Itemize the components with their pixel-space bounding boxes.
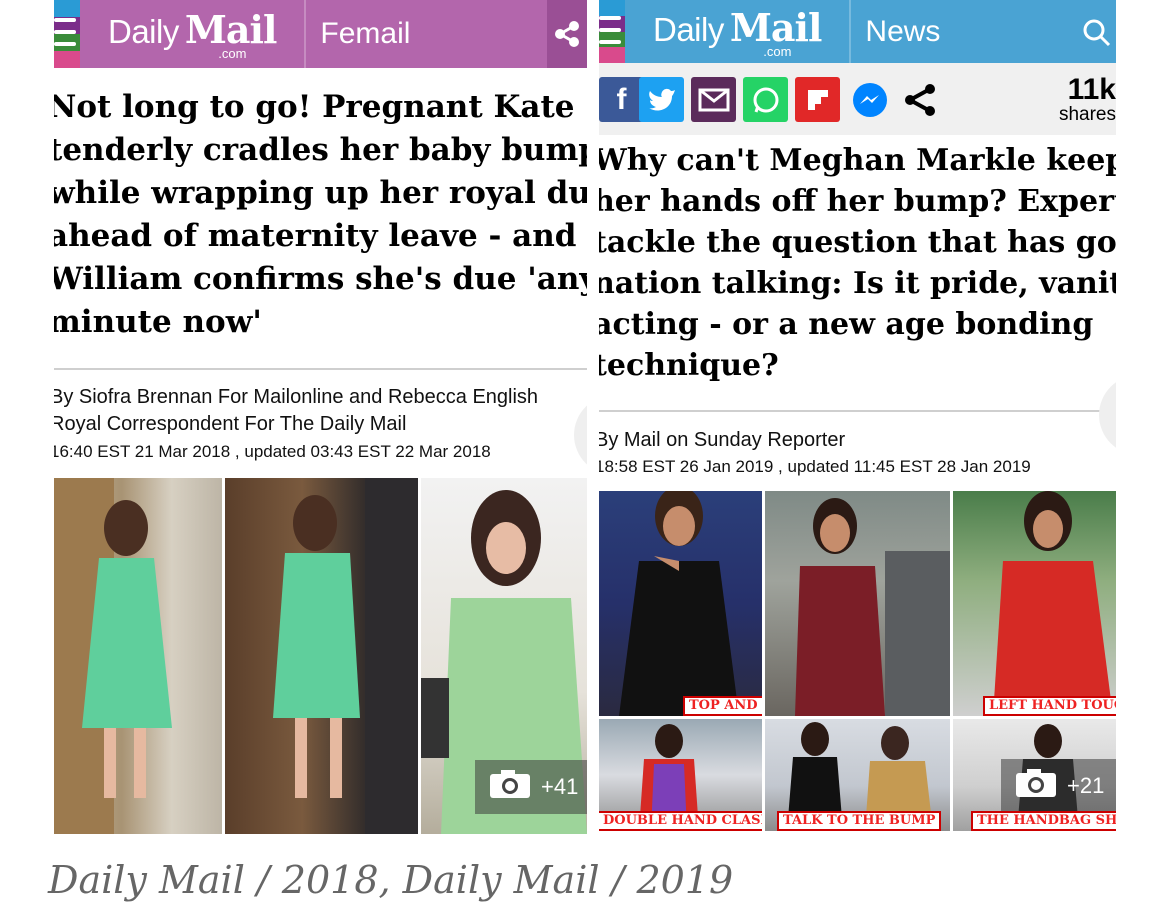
photo-meghan-handbag[interactable]: +21 THE HANDBAG SHIELD [953, 719, 1116, 831]
byline-line: By Siofra Brennan For Mailonline and Reb… [54, 386, 539, 408]
logo-daily: Daily [653, 10, 724, 48]
article-headline[interactable]: Not long to go! Pregnant Kate tenderly c… [54, 86, 587, 344]
byline-line: By Mail on Sunday Reporter [599, 429, 846, 451]
facebook-icon[interactable]: f [599, 77, 644, 122]
article-panel-2018: Daily Mail .com Femail Not long to go! P… [54, 0, 587, 834]
headline-line: Why can't Meghan Markle keep [599, 143, 1116, 178]
caption-handbag: THE HANDBAG SHIELD [971, 811, 1116, 831]
photo-count: +21 [1067, 773, 1105, 798]
menu-icon[interactable] [599, 0, 625, 63]
photo-kate-1[interactable] [54, 478, 222, 834]
photo-count-badge[interactable]: +41 [475, 760, 587, 814]
headline-line: while wrapping up her royal duties [54, 175, 587, 211]
share-count-label: shares [1058, 104, 1116, 125]
caption-talk-bump: TALK TO THE BUMP [777, 811, 942, 831]
search-icon[interactable] [1076, 0, 1116, 63]
photo-strip[interactable]: +41 [54, 478, 587, 834]
share-icon[interactable] [897, 77, 942, 122]
site-header: Daily Mail .com News [599, 0, 1116, 63]
photo-meghan-kitchen[interactable] [765, 491, 950, 716]
photo-meghan-black-dress[interactable]: TOP AND TOE HOLD [599, 491, 762, 716]
whatsapp-icon[interactable] [743, 77, 788, 122]
photo-count-badge[interactable]: +21 [1001, 759, 1116, 813]
scroll-handle[interactable] [1099, 375, 1116, 455]
section-title[interactable]: News [865, 15, 1076, 49]
headline-line: nation talking: Is it pride, vanity, [599, 266, 1116, 301]
site-header: Daily Mail .com Femail [54, 0, 587, 68]
divider-rule [54, 368, 587, 370]
daily-mail-logo[interactable]: Daily Mail .com [108, 7, 277, 61]
headline-line: technique? [599, 348, 779, 383]
headline-line: Not long to go! Pregnant Kate [54, 89, 575, 125]
daily-mail-logo[interactable]: Daily Mail .com [653, 5, 822, 59]
article-headline[interactable]: Why can't Meghan Markle keep her hands o… [599, 140, 1116, 386]
headline-line: her hands off her bump? Experts [599, 184, 1116, 219]
share-bar: f 11k shares [599, 63, 1116, 135]
photo-count: +41 [541, 774, 579, 799]
photo-kate-2[interactable] [225, 478, 418, 834]
scroll-handle[interactable] [574, 395, 587, 475]
image-credit: Daily Mail / 2018, Daily Mail / 2019 [48, 858, 734, 902]
headline-line: William confirms she's due 'any [54, 261, 587, 297]
headline-line: tenderly cradles her baby bump [54, 132, 587, 168]
messenger-icon[interactable] [847, 77, 892, 122]
header-divider [304, 0, 307, 68]
header-divider [849, 0, 852, 63]
headline-line: ahead of maternity leave - and [54, 218, 577, 254]
logo-daily: Daily [108, 13, 179, 50]
email-icon[interactable] [691, 77, 736, 122]
publish-date: 16:40 EST 21 Mar 2018 , updated 03:43 ES… [54, 442, 491, 461]
divider-rule [599, 410, 1116, 412]
headline-line: minute now' [54, 304, 262, 340]
photo-collage[interactable]: TOP AND TOE HOLD LEFT HAND TOUCH [599, 491, 1116, 831]
camera-icon [489, 769, 531, 805]
share-count: 11k shares [1058, 73, 1116, 125]
headline-line: acting - or a new age bonding [599, 307, 1094, 342]
share-icon[interactable] [547, 0, 587, 68]
twitter-icon[interactable] [639, 77, 684, 122]
photo-meghan-red-coat[interactable]: LEFT HAND TOUCH [953, 491, 1116, 716]
logo-com: .com [763, 43, 792, 59]
menu-icon[interactable] [54, 0, 80, 68]
photo-meghan-talk[interactable]: TALK TO THE BUMP [765, 719, 950, 831]
byline: By Siofra Brennan For Mailonline and Reb… [54, 384, 538, 438]
share-count-number: 11k [1067, 73, 1116, 106]
logo-com: .com [218, 46, 247, 61]
caption-top-toe: TOP AND TOE HOLD [683, 696, 762, 716]
caption-left-hand: LEFT HAND TOUCH [983, 696, 1116, 716]
byline-line: Royal Correspondent For The Daily Mail [54, 413, 407, 435]
section-title[interactable]: Femail [320, 17, 547, 51]
caption-double-hand: DOUBLE HAND CLASP [599, 811, 762, 831]
photo-meghan-purple[interactable]: DOUBLE HAND CLASP [599, 719, 762, 831]
flipboard-icon[interactable] [795, 77, 840, 122]
photo-kate-3[interactable]: +41 [421, 478, 587, 834]
headline-line: tackle the question that has got the [599, 225, 1116, 260]
publish-date: 18:58 EST 26 Jan 2019 , updated 11:45 ES… [599, 457, 1031, 476]
camera-icon [1015, 768, 1057, 804]
byline: By Mail on Sunday Reporter [599, 427, 845, 454]
article-panel-2019: Daily Mail .com News f 11k shares Why ca… [599, 0, 1116, 834]
